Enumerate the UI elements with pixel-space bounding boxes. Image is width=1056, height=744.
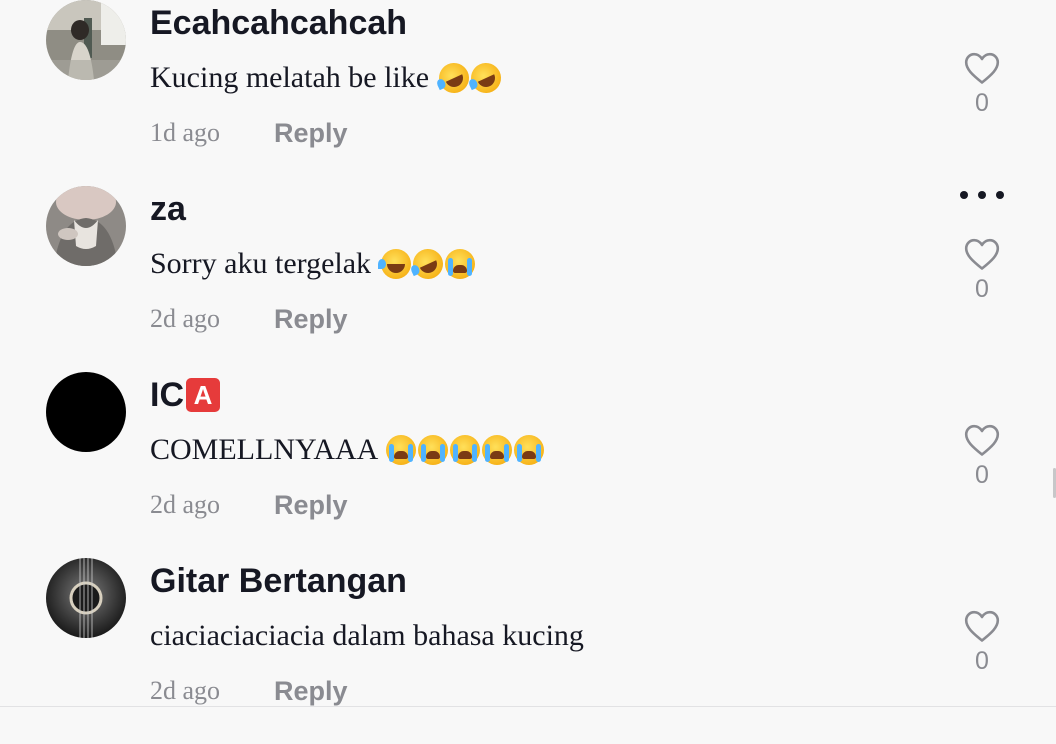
user-avatar[interactable] bbox=[46, 372, 126, 452]
crying-emoji bbox=[386, 435, 417, 465]
a-button-emoji: A bbox=[186, 378, 220, 412]
reply-button[interactable]: Reply bbox=[274, 304, 348, 335]
heart-outline-icon bbox=[964, 424, 1000, 456]
reply-button[interactable]: Reply bbox=[274, 490, 348, 521]
comment-text-value: Kucing melatah be like bbox=[150, 61, 430, 94]
joy-emoji bbox=[377, 249, 411, 279]
comment-username[interactable]: Gitar Bertangan bbox=[150, 562, 407, 601]
like-count: 0 bbox=[975, 647, 989, 675]
avatar-photo bbox=[46, 186, 126, 266]
comment-timestamp: 1d ago bbox=[150, 118, 221, 147]
heart-outline-icon bbox=[964, 238, 1000, 270]
username-text: IC bbox=[150, 376, 184, 414]
comment-item: Ecahcahcahcah Kucing melatah be like 1d … bbox=[0, 0, 1056, 186]
comment-text: ciaciaciaciacia dalam bahasa kucing bbox=[150, 619, 584, 652]
comment-timestamp: 2d ago bbox=[150, 676, 221, 705]
user-avatar[interactable] bbox=[46, 558, 126, 638]
like-button[interactable]: 0 bbox=[960, 424, 1004, 490]
like-count: 0 bbox=[975, 461, 989, 489]
comment-text-value: Sorry aku tergelak bbox=[150, 247, 372, 280]
rofl-emoji bbox=[465, 58, 506, 98]
user-avatar[interactable] bbox=[46, 186, 126, 266]
like-button[interactable]: 0 bbox=[960, 238, 1004, 304]
avatar-photo bbox=[46, 558, 126, 638]
rofl-emoji bbox=[407, 244, 448, 284]
comment-timestamp: 2d ago bbox=[150, 304, 221, 333]
comment-timestamp: 2d ago bbox=[150, 490, 221, 519]
comment-text-value: COMELLNYAAA bbox=[150, 433, 377, 466]
rofl-emoji bbox=[433, 58, 474, 98]
like-button[interactable]: 0 bbox=[960, 52, 1004, 118]
like-button[interactable]: 0 bbox=[960, 610, 1004, 676]
comment-item: za Sorry aku tergelak 2d ago Reply 0 bbox=[0, 186, 1056, 372]
heart-outline-icon bbox=[964, 610, 1000, 642]
comment-text: Kucing melatah be like bbox=[150, 58, 506, 98]
like-count: 0 bbox=[975, 275, 989, 303]
divider bbox=[0, 706, 1056, 707]
crying-emoji bbox=[514, 435, 545, 465]
comment-item: IC A COMELLNYAAA 2d ago Reply 0 bbox=[0, 372, 1056, 558]
reply-button[interactable]: Reply bbox=[274, 118, 348, 149]
crying-emoji bbox=[444, 249, 475, 279]
reply-button[interactable]: Reply bbox=[274, 676, 348, 707]
comment-username[interactable]: IC A bbox=[150, 376, 220, 415]
crying-emoji bbox=[450, 435, 481, 465]
comment-username[interactable]: za bbox=[150, 190, 186, 229]
avatar-photo bbox=[46, 0, 126, 80]
like-count: 0 bbox=[975, 89, 989, 117]
comment-text: Sorry aku tergelak bbox=[150, 244, 475, 284]
comment-item: Gitar Bertangan ciaciaciaciacia dalam ba… bbox=[0, 558, 1056, 744]
crying-emoji bbox=[482, 435, 513, 465]
comment-username[interactable]: Ecahcahcahcah bbox=[150, 4, 407, 43]
heart-outline-icon bbox=[964, 52, 1000, 84]
user-avatar[interactable] bbox=[46, 0, 126, 80]
crying-emoji bbox=[418, 435, 449, 465]
comment-text: COMELLNYAAA bbox=[150, 433, 545, 467]
